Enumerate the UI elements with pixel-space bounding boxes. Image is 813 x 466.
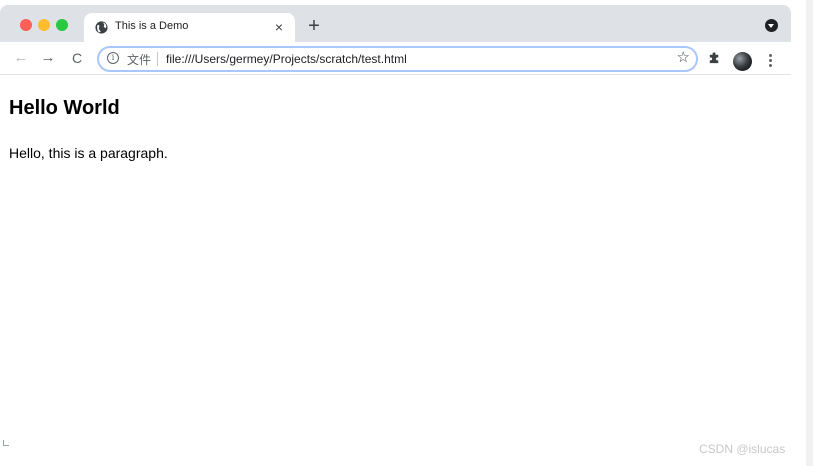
kebab-menu-icon[interactable] — [769, 54, 773, 68]
puzzle-icon[interactable] — [707, 50, 722, 65]
back-button[interactable]: ← — [12, 49, 30, 67]
bookmark-star-icon[interactable]: ☆ — [677, 49, 690, 67]
address-divider — [157, 52, 158, 66]
tab-title: This is a Demo — [115, 20, 189, 32]
new-tab-button[interactable]: + — [305, 16, 323, 36]
address-scheme-label: 文件 — [127, 53, 152, 67]
address-bar[interactable]: i 文件 file:///Users/germey/Projects/scrat… — [97, 46, 698, 72]
tab-strip: This is a Demo × + — [0, 5, 791, 42]
info-icon[interactable]: i — [107, 52, 119, 64]
page-heading: Hello World — [9, 97, 120, 119]
scrollbar-track[interactable] — [806, 0, 813, 466]
tab-close-button[interactable]: × — [271, 19, 287, 35]
tab-active[interactable]: This is a Demo × — [84, 13, 295, 42]
resize-corner — [3, 440, 9, 446]
window-close-button[interactable] — [20, 19, 32, 31]
page-content: Hello World Hello, this is a paragraph. — [0, 80, 791, 466]
page-paragraph: Hello, this is a paragraph. — [9, 145, 168, 161]
reload-button[interactable]: C — [68, 49, 86, 67]
window-maximize-button[interactable] — [56, 19, 68, 31]
browser-window: This is a Demo × + ← → C i 文件 file:///Us… — [0, 5, 791, 466]
toolbar: ← → C i 文件 file:///Users/germey/Projects… — [0, 42, 791, 75]
globe-icon — [95, 21, 108, 34]
window-minimize-button[interactable] — [38, 19, 50, 31]
profile-avatar[interactable] — [733, 52, 752, 71]
watermark: CSDN @islucas — [699, 442, 786, 456]
address-url[interactable]: file:///Users/germey/Projects/scratch/te… — [166, 52, 407, 66]
tab-search-icon[interactable] — [765, 19, 778, 32]
forward-button[interactable]: → — [39, 49, 57, 67]
